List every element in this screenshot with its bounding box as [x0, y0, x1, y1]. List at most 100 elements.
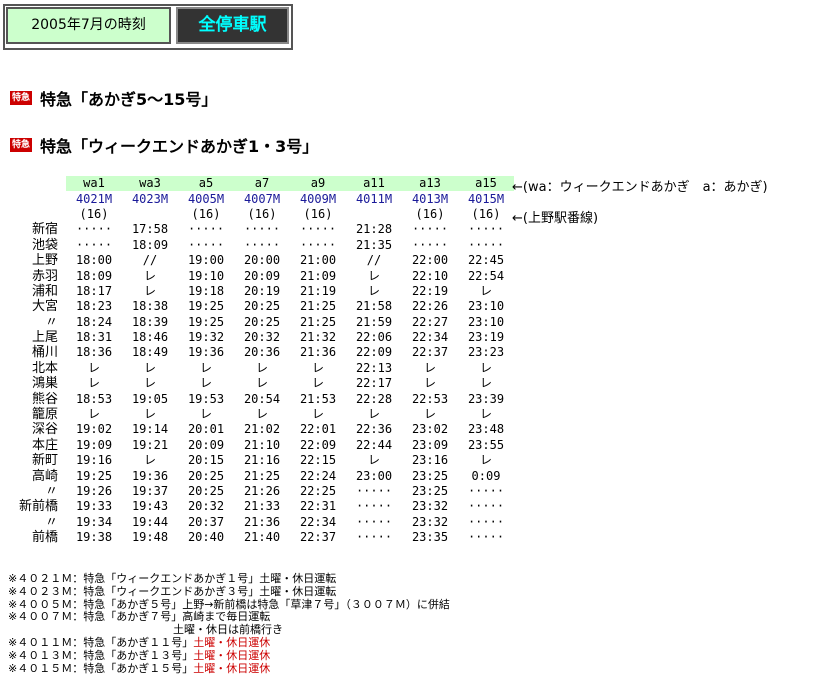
time-cell: 21:26 [243, 484, 281, 498]
time-cell: レ [367, 268, 380, 283]
station-row: 〃 19:34 19:44 20:37 21:36 22:34 ····· 23:32 ····… [6, 515, 514, 530]
time-cell: 19:38 [75, 530, 113, 545]
station-name: 熊谷 [31, 391, 58, 407]
station-name: 高崎 [31, 468, 58, 484]
time-cell: レ [423, 376, 436, 391]
time-cell: レ [311, 360, 324, 375]
platform-row: (16) (16) (16) (16) (16) (16) [6, 207, 514, 222]
time-cell: レ [367, 283, 380, 298]
time-cell: 21:19 [299, 283, 337, 298]
time-cell: ····· [467, 237, 505, 252]
time-cell: 23:32 [411, 499, 449, 514]
time-cell: 19:18 [187, 283, 225, 298]
time-cell: (16) [191, 206, 221, 221]
time-cell: 19:26 [75, 484, 113, 498]
time-cell: 22:31 [299, 499, 337, 514]
time-cell: レ [423, 360, 436, 375]
time-cell: 0:09 [471, 468, 501, 483]
time-cell: (16) [303, 206, 333, 221]
time-cell: 17:58 [131, 222, 169, 237]
station-name: 〃 [44, 514, 58, 530]
time-cell: 22:09 [355, 345, 393, 360]
time-cell: レ [87, 360, 100, 375]
time-cell: 22:53 [411, 391, 449, 406]
time-cell: 23:48 [467, 422, 505, 437]
time-cell: 19:34 [75, 514, 113, 529]
time-cell: レ [255, 407, 268, 422]
time-cell: 21:25 [299, 299, 337, 314]
time-cell: レ [199, 407, 212, 422]
time-cell: 18:39 [131, 314, 169, 329]
time-cell: 18:00 [75, 253, 113, 268]
time-cell [122, 207, 178, 222]
station-name: 桶川 [31, 345, 58, 361]
time-cell: レ [479, 283, 492, 298]
time-cell: 20:09 [187, 437, 225, 452]
station-row: 〃 19:26 19:37 20:25 21:26 22:25 ····· 23:25 ····… [6, 484, 514, 499]
station-row: 赤羽 18:09 レ 19:10 20:09 21:09 レ 22:10 22:54 [6, 268, 514, 284]
station-row: 桶川 18:36 18:49 19:36 20:36 21:36 22:09 22:37 23:… [6, 345, 514, 360]
station-row: 熊谷 18:53 19:05 19:53 20:54 21:53 22:28 22:53 23:… [6, 391, 514, 407]
section-akagi: 特急 特急「あかぎ5〜15号」 [10, 86, 217, 110]
time-cell: レ [143, 376, 156, 391]
time-cell: 21:25 [299, 314, 337, 329]
station-row: 前橋 19:38 19:48 20:40 21:40 22:37 ····· 23:35 ···… [6, 530, 514, 545]
time-cell: 21:09 [299, 268, 337, 283]
time-cell: 20:15 [187, 453, 225, 468]
limited-express-icon: 特急 [10, 138, 32, 152]
footnote-suspension: 土曜・休日運休 [193, 648, 271, 662]
limited-express-icon: 特急 [10, 91, 32, 105]
time-cell: ····· [75, 222, 113, 237]
time-cell: 23:02 [411, 422, 449, 437]
time-cell: 23:25 [411, 468, 449, 483]
time-cell: レ [255, 360, 268, 375]
time-cell: 19:33 [75, 499, 113, 514]
time-cell: 20:36 [243, 345, 281, 360]
time-cell: ····· [467, 514, 505, 529]
time-cell: 19:48 [131, 530, 169, 545]
time-cell: 21:28 [355, 222, 393, 237]
time-cell: ····· [467, 484, 505, 498]
station-name: 赤羽 [31, 268, 58, 284]
time-cell: 22:01 [299, 422, 337, 437]
station-name: 浦和 [31, 283, 58, 299]
time-cell: 19:36 [131, 468, 169, 483]
station-row: 高崎 19:25 19:36 20:25 21:25 22:24 23:00 23:25 0:0… [6, 468, 514, 484]
station-row: 新町 19:16 レ 20:15 21:16 22:15 レ 23:16 レ [6, 453, 514, 468]
station-row: 鴻巣 レ レ レ レ レ 22:17 レ レ [6, 376, 514, 391]
time-cell: 22:34 [411, 330, 449, 345]
time-cell: 22:26 [411, 299, 449, 314]
time-cell: 18:53 [75, 391, 113, 406]
time-cell: ····· [355, 514, 393, 529]
time-cell: 18:36 [75, 345, 113, 360]
time-cell: レ [479, 407, 492, 422]
section-title-weekend-akagi[interactable]: 特急「ウィークエンドあかぎ1・3号」 [40, 133, 318, 157]
time-cell: ····· [187, 222, 225, 237]
time-cell: レ [311, 407, 324, 422]
time-cell: 23:09 [411, 437, 449, 452]
time-cell: レ [87, 407, 100, 422]
time-cell: ····· [411, 222, 449, 237]
time-cell: ····· [467, 499, 505, 514]
time-cell: (16) [471, 206, 501, 221]
time-cell: 19:43 [131, 499, 169, 514]
time-cell: レ [143, 453, 156, 468]
time-cell: 23:23 [467, 345, 505, 360]
time-cell: 4009M [299, 191, 337, 206]
time-cell: 18:23 [75, 299, 113, 314]
time-cell: 22:37 [411, 345, 449, 360]
time-cell: 20:25 [187, 468, 225, 483]
station-name: 上尾 [31, 330, 58, 346]
time-cell: レ [143, 268, 156, 283]
time-cell: 20:01 [187, 422, 225, 437]
time-cell: 19:25 [187, 314, 225, 329]
time-cell: 19:25 [187, 299, 225, 314]
time-cell: 21:00 [299, 253, 337, 268]
time-cell: a7 [234, 176, 290, 192]
time-cell: 19:10 [187, 268, 225, 283]
time-cell: 23:00 [355, 468, 393, 483]
all-stations-link[interactable]: 全停車駅 [176, 7, 289, 44]
time-cell: 18:49 [131, 345, 169, 360]
section-title-akagi[interactable]: 特急「あかぎ5〜15号」 [40, 86, 217, 110]
station-name: 籠原 [31, 407, 58, 423]
